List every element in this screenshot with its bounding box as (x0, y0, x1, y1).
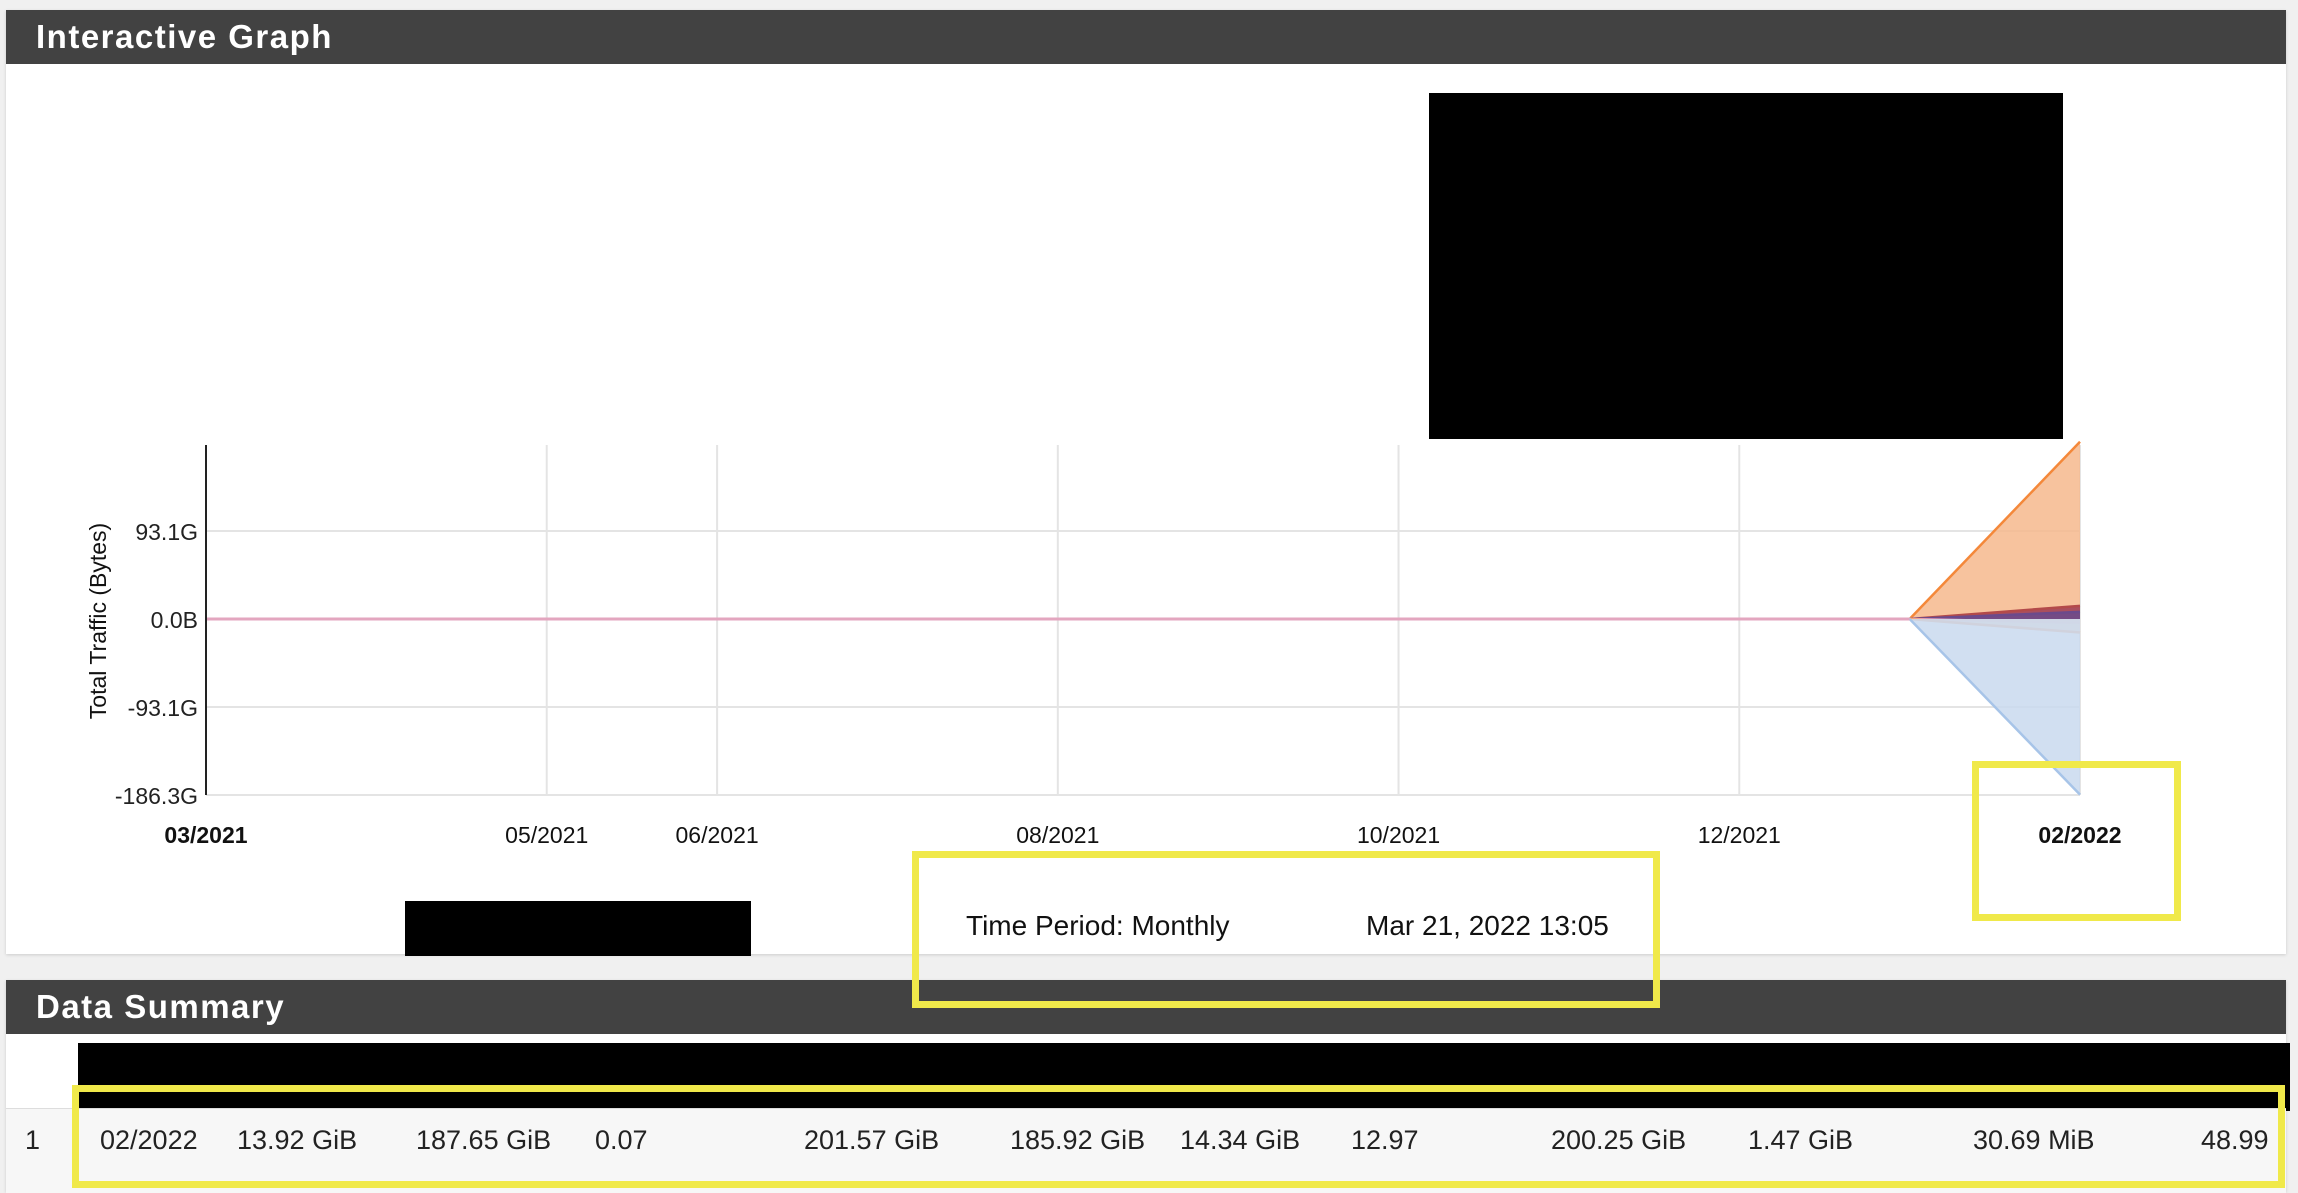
y-tick-label: -186.3G (115, 783, 198, 809)
area-series-2 (206, 605, 2080, 619)
x-tick-label: 12/2021 (1698, 822, 1781, 848)
line-series-2 (206, 604, 2081, 621)
redacted-caption-block (405, 901, 751, 956)
x-tick-label: 10/2021 (1357, 822, 1440, 848)
x-tick-label: 06/2021 (676, 822, 759, 848)
x-tick-label: 05/2021 (505, 822, 588, 848)
x-tick-label: 03/2021 (164, 822, 247, 848)
area-series-5 (206, 619, 2080, 633)
highlight-box-summary-row (72, 1085, 2285, 1188)
row-index: 1 (25, 1125, 41, 1155)
line-series-5 (206, 617, 2081, 634)
highlight-box-caption (912, 851, 1660, 1008)
redacted-legend-block (1429, 93, 2063, 439)
y-tick-label: 0.0B (151, 607, 198, 633)
y-axis-label: Total Traffic (Bytes) (85, 523, 111, 719)
y-tick-label: -93.1G (128, 695, 198, 721)
y-tick-label: 93.1G (135, 519, 198, 545)
highlight-box-x-tick (1972, 761, 2181, 921)
x-tick-label: 08/2021 (1016, 822, 1099, 848)
